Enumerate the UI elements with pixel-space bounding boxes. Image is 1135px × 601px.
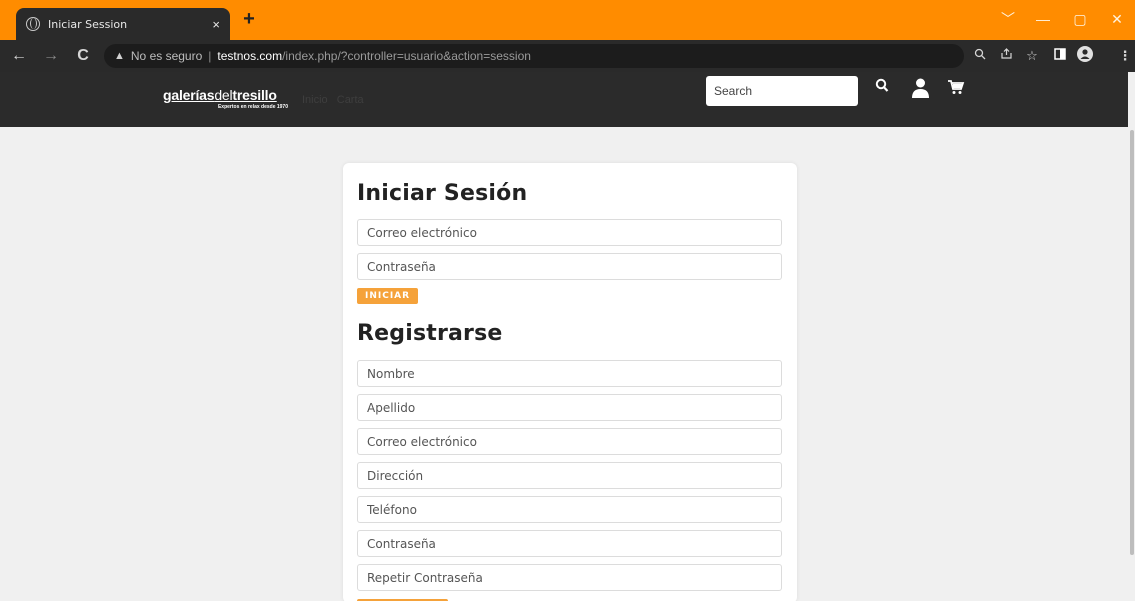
login-password-field[interactable] [357, 253, 782, 280]
login-title: Iniciar Sesión [357, 181, 528, 206]
nav-link-inicio[interactable]: Inicio [302, 94, 328, 106]
browser-toolbar: ← → C ▲ No es seguro | testnos.com /inde… [0, 40, 1135, 72]
login-submit-button[interactable]: INICIAR [357, 288, 419, 304]
nav-link-carta[interactable]: Carta [337, 94, 364, 106]
scrollbar-thumb[interactable] [1130, 130, 1134, 555]
register-phone-field[interactable] [357, 496, 782, 523]
logo-brand: galeríasdeltresillo [163, 87, 277, 103]
separator: | [208, 49, 212, 63]
profile-icon[interactable] [1075, 46, 1095, 66]
logo-tagline: Expertos en relax desde 1970 [217, 104, 288, 110]
zoom-icon[interactable] [970, 46, 990, 66]
session-card: Iniciar Sesión INICIAR Registrarse [343, 163, 797, 601]
share-icon[interactable] [996, 46, 1016, 66]
close-window-button[interactable]: ✕ [1102, 8, 1132, 30]
cart-icon[interactable] [946, 78, 966, 100]
register-repeat-password-field[interactable] [357, 564, 782, 591]
browser-titlebar: Iniciar Session × + ﹀ — ▢ ✕ [0, 0, 1135, 40]
new-tab-button[interactable]: + [238, 8, 260, 30]
register-email-field[interactable] [357, 428, 782, 455]
back-button[interactable]: ← [6, 43, 32, 69]
tab-search-icon[interactable]: ﹀ [993, 8, 1023, 30]
reload-button[interactable]: C [70, 43, 96, 69]
site-search-input[interactable] [706, 76, 858, 106]
user-icon[interactable] [911, 78, 929, 100]
globe-icon [26, 17, 40, 31]
browser-tab[interactable]: Iniciar Session × [16, 8, 230, 40]
site-nav: Inicio Carta [302, 94, 370, 106]
bookmark-star-icon[interactable]: ☆ [1022, 46, 1042, 66]
register-lastname-field[interactable] [357, 394, 782, 421]
security-label: No es seguro [130, 49, 203, 63]
minimize-button[interactable]: — [1028, 8, 1058, 30]
warning-icon[interactable]: ▲ [114, 50, 125, 62]
menu-icon[interactable]: ⋮ [1115, 46, 1135, 66]
side-panel-icon[interactable] [1050, 46, 1070, 66]
address-bar[interactable]: ▲ No es seguro | testnos.com /index.php/… [104, 44, 964, 68]
forward-button[interactable]: → [38, 43, 64, 69]
search-icon[interactable] [874, 78, 890, 100]
register-name-field[interactable] [357, 360, 782, 387]
url-path: /index.php/?controller=usuario&action=se… [282, 49, 531, 63]
site-logo[interactable]: galeríasdeltresillo Expertos en relax de… [163, 87, 288, 110]
register-title: Registrarse [357, 321, 503, 346]
tab-close-icon[interactable]: × [212, 17, 220, 32]
login-email-field[interactable] [357, 219, 782, 246]
register-address-field[interactable] [357, 462, 782, 489]
url-host: testnos.com [217, 49, 283, 63]
register-password-field[interactable] [357, 530, 782, 557]
tab-title: Iniciar Session [48, 17, 128, 31]
restore-button[interactable]: ▢ [1065, 8, 1095, 30]
